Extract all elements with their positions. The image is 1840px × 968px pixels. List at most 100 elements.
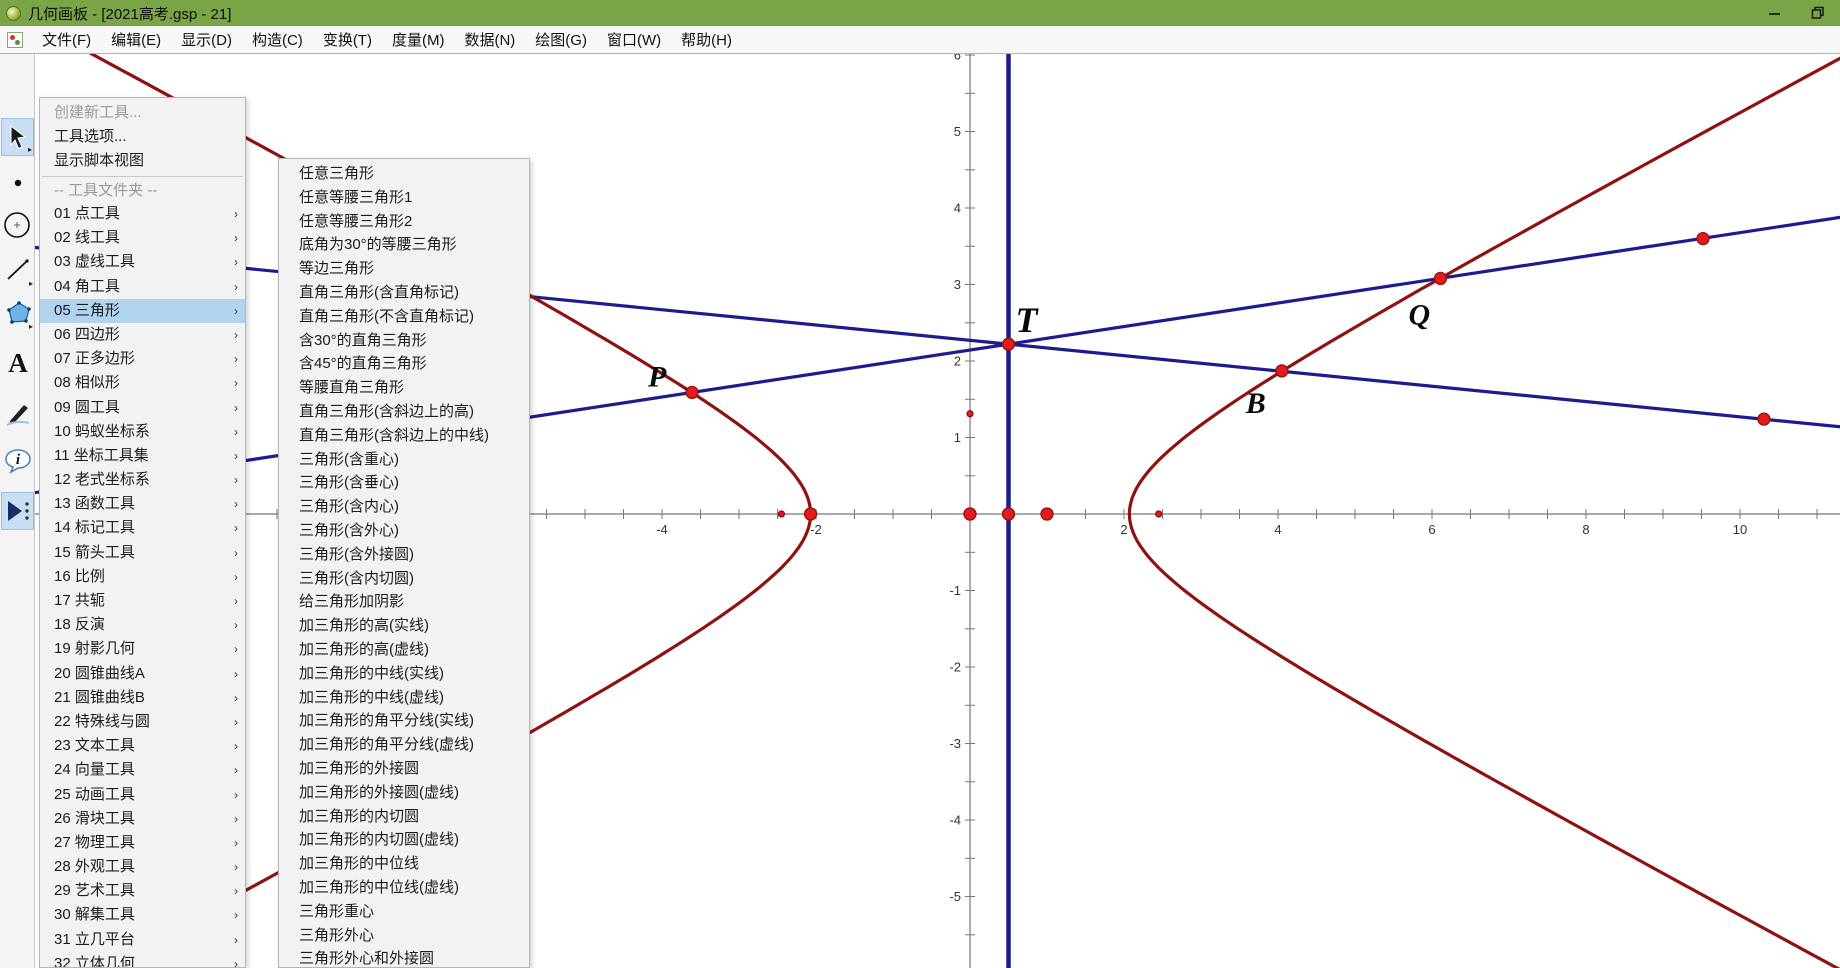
point-tool[interactable] xyxy=(1,164,34,202)
triangle-tool-item-25[interactable]: 加三角形的角平分线(虚线) xyxy=(279,733,529,757)
tool-folder-item-30[interactable]: 30 解集工具› xyxy=(40,903,245,927)
tool-folder-item-7[interactable]: 07 正多边形› xyxy=(40,347,245,371)
tool-folder-item-13[interactable]: 13 函数工具› xyxy=(40,492,245,516)
tool-folder-item-26[interactable]: 26 滑块工具› xyxy=(40,807,245,831)
tool-folder-item-8[interactable]: 08 相似形› xyxy=(40,371,245,395)
flyout-arrow-icon: ▸ xyxy=(28,146,32,154)
triangle-tool-item-7[interactable]: 直角三角形(不含直角标记) xyxy=(279,305,529,329)
polygon-tool[interactable]: ▸ xyxy=(1,294,34,332)
selection-arrow-tool[interactable]: ▸ xyxy=(1,118,34,156)
triangle-tool-item-9[interactable]: 含45°的直角三角形 xyxy=(279,352,529,376)
menubar-item-1[interactable]: 编辑(E) xyxy=(101,25,171,54)
triangle-tool-item-4[interactable]: 底角为30°的等腰三角形 xyxy=(279,233,529,257)
triangle-tool-item-32[interactable]: 三角形重心 xyxy=(279,900,529,924)
submenu-arrow-icon: › xyxy=(234,952,238,968)
minimize-button[interactable] xyxy=(1752,0,1796,26)
menu-action-2[interactable]: 显示脚本视图 xyxy=(40,149,245,173)
tool-folder-item-28[interactable]: 28 外观工具› xyxy=(40,855,245,879)
custom-tool[interactable] xyxy=(1,492,34,530)
menubar-item-7[interactable]: 绘图(G) xyxy=(525,25,597,54)
triangle-tool-item-3[interactable]: 任意等腰三角形2 xyxy=(279,210,529,234)
triangle-tool-item-13[interactable]: 三角形(含重心) xyxy=(279,448,529,472)
tool-folder-item-18[interactable]: 18 反演› xyxy=(40,613,245,637)
svg-text:2: 2 xyxy=(1120,522,1127,537)
triangle-tool-item-10[interactable]: 等腰直角三角形 xyxy=(279,376,529,400)
tool-folder-item-12[interactable]: 12 老式坐标系› xyxy=(40,468,245,492)
tool-folder-item-11[interactable]: 11 坐标工具集› xyxy=(40,444,245,468)
text-tool[interactable]: A xyxy=(1,344,34,382)
tool-folder-item-17[interactable]: 17 共轭› xyxy=(40,589,245,613)
tool-folder-item-21[interactable]: 21 圆锥曲线B› xyxy=(40,686,245,710)
triangle-tool-item-2[interactable]: 任意等腰三角形1 xyxy=(279,186,529,210)
tool-folder-item-22[interactable]: 22 特殊线与圆› xyxy=(40,710,245,734)
triangle-tool-item-20[interactable]: 加三角形的高(实线) xyxy=(279,614,529,638)
submenu-arrow-icon: › xyxy=(234,903,238,927)
menubar-item-8[interactable]: 窗口(W) xyxy=(597,25,671,54)
tool-folder-item-29[interactable]: 29 艺术工具› xyxy=(40,879,245,903)
menubar-item-2[interactable]: 显示(D) xyxy=(171,25,242,54)
triangle-tool-item-27[interactable]: 加三角形的外接圆(虚线) xyxy=(279,781,529,805)
restore-button[interactable] xyxy=(1796,0,1840,26)
triangle-tool-item-34[interactable]: 三角形外心和外接圆 xyxy=(279,947,529,968)
svg-text:T: T xyxy=(1016,300,1040,340)
submenu-arrow-icon: › xyxy=(234,347,238,371)
toolbox: ▸ ▸ ▸ Ai xyxy=(0,54,35,968)
tool-folder-item-25[interactable]: 25 动画工具› xyxy=(40,783,245,807)
tool-folder-item-27[interactable]: 27 物理工具› xyxy=(40,831,245,855)
triangle-tool-item-14[interactable]: 三角形(含垂心) xyxy=(279,471,529,495)
triangle-tool-item-17[interactable]: 三角形(含外接圆) xyxy=(279,543,529,567)
triangle-tool-item-21[interactable]: 加三角形的高(虚线) xyxy=(279,638,529,662)
tool-folder-item-2[interactable]: 02 线工具› xyxy=(40,226,245,250)
tool-folder-item-15[interactable]: 15 箭头工具› xyxy=(40,541,245,565)
tool-folder-item-24[interactable]: 24 向量工具› xyxy=(40,758,245,782)
menubar-item-9[interactable]: 帮助(H) xyxy=(671,25,742,54)
triangle-tool-item-31[interactable]: 加三角形的中位线(虚线) xyxy=(279,876,529,900)
menubar-item-6[interactable]: 数据(N) xyxy=(454,25,525,54)
tool-folder-item-6[interactable]: 06 四边形› xyxy=(40,323,245,347)
svg-text:8: 8 xyxy=(1582,522,1589,537)
menu-action-1[interactable]: 工具选项... xyxy=(40,125,245,149)
tool-folder-item-20[interactable]: 20 圆锥曲线A› xyxy=(40,662,245,686)
triangle-tool-item-11[interactable]: 直角三角形(含斜边上的高) xyxy=(279,400,529,424)
triangle-tool-item-12[interactable]: 直角三角形(含斜边上的中线) xyxy=(279,424,529,448)
tool-folder-item-5[interactable]: 05 三角形› xyxy=(40,299,245,323)
triangle-tool-item-26[interactable]: 加三角形的外接圆 xyxy=(279,757,529,781)
triangle-tool-item-6[interactable]: 直角三角形(含直角标记) xyxy=(279,281,529,305)
line-tool[interactable]: ▸ xyxy=(1,251,34,289)
triangle-tool-item-5[interactable]: 等边三角形 xyxy=(279,257,529,281)
tool-folder-item-10[interactable]: 10 蚂蚁坐标系› xyxy=(40,420,245,444)
tool-folder-item-23[interactable]: 23 文本工具› xyxy=(40,734,245,758)
menubar-item-4[interactable]: 变换(T) xyxy=(313,25,382,54)
triangle-tool-item-16[interactable]: 三角形(含外心) xyxy=(279,519,529,543)
tool-folder-item-31[interactable]: 31 立几平台› xyxy=(40,928,245,952)
triangle-tool-item-19[interactable]: 给三角形加阴影 xyxy=(279,590,529,614)
marker-tool[interactable] xyxy=(1,394,34,432)
circle-tool[interactable] xyxy=(1,206,34,244)
tool-folder-item-1[interactable]: 01 点工具› xyxy=(40,202,245,226)
triangle-tool-item-1[interactable]: 任意三角形 xyxy=(279,162,529,186)
submenu-arrow-icon: › xyxy=(234,807,238,831)
triangle-tool-item-29[interactable]: 加三角形的内切圆(虚线) xyxy=(279,828,529,852)
tool-folder-item-3[interactable]: 03 虚线工具› xyxy=(40,250,245,274)
triangle-tool-item-28[interactable]: 加三角形的内切圆 xyxy=(279,805,529,829)
svg-text:-3: -3 xyxy=(949,736,961,751)
triangle-tool-item-24[interactable]: 加三角形的角平分线(实线) xyxy=(279,709,529,733)
triangle-tool-item-30[interactable]: 加三角形的中位线 xyxy=(279,852,529,876)
tool-folder-item-32[interactable]: 32 立体几何› xyxy=(40,952,245,968)
information-tool[interactable]: i xyxy=(1,442,34,480)
menubar-item-0[interactable]: 文件(F) xyxy=(32,25,101,54)
triangle-tool-item-23[interactable]: 加三角形的中线(虚线) xyxy=(279,686,529,710)
tool-folder-item-4[interactable]: 04 角工具› xyxy=(40,275,245,299)
tool-folder-item-19[interactable]: 19 射影几何› xyxy=(40,637,245,661)
triangle-tool-item-15[interactable]: 三角形(含内心) xyxy=(279,495,529,519)
triangle-tool-item-22[interactable]: 加三角形的中线(实线) xyxy=(279,662,529,686)
triangle-tool-item-8[interactable]: 含30°的直角三角形 xyxy=(279,329,529,353)
triangle-tool-item-33[interactable]: 三角形外心 xyxy=(279,924,529,948)
tool-folder-item-14[interactable]: 14 标记工具› xyxy=(40,516,245,540)
svg-text:B: B xyxy=(1245,387,1266,420)
menubar-item-5[interactable]: 度量(M) xyxy=(382,25,455,54)
tool-folder-item-16[interactable]: 16 比例› xyxy=(40,565,245,589)
tool-folder-item-9[interactable]: 09 圆工具› xyxy=(40,396,245,420)
triangle-tool-item-18[interactable]: 三角形(含内切圆) xyxy=(279,567,529,591)
menubar-item-3[interactable]: 构造(C) xyxy=(242,25,313,54)
